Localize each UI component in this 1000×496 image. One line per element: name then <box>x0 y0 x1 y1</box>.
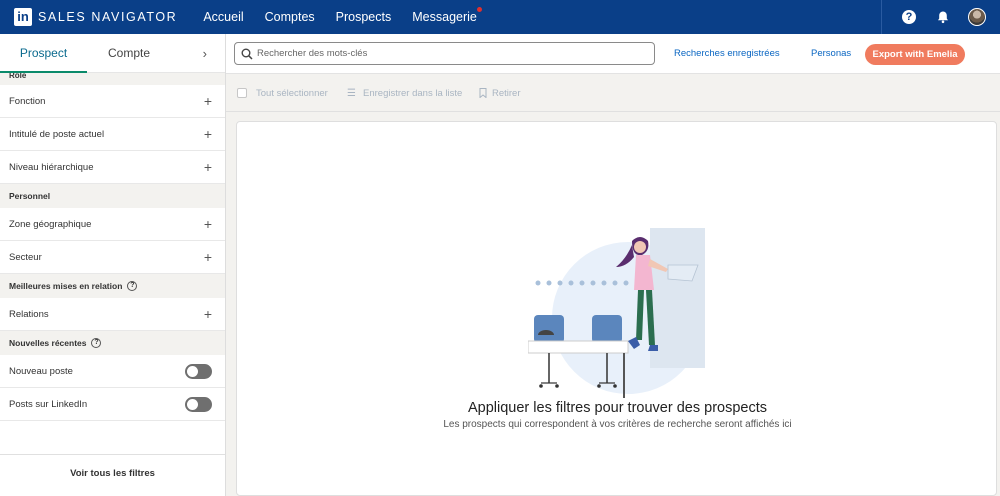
plus-icon[interactable]: + <box>204 306 212 322</box>
filter-intitule-poste[interactable]: Intitulé de poste actuel + <box>0 118 225 151</box>
plus-icon[interactable]: + <box>204 126 212 142</box>
toggle-knob <box>187 398 198 410</box>
filter-label: Zone géographique <box>9 218 92 230</box>
search-input[interactable]: Rechercher des mots-clés <box>234 42 655 65</box>
nav-messagerie-label: Messagerie <box>412 10 477 24</box>
filter-label: Fonction <box>9 95 46 107</box>
search-placeholder: Rechercher des mots-clés <box>257 48 368 59</box>
sales-navigator-logo[interactable]: in SALES NAVIGATOR <box>14 8 177 26</box>
section-personnel-header: Personnel <box>0 184 225 208</box>
linkedin-logo-icon: in <box>14 8 32 26</box>
help-icon[interactable]: ? <box>91 338 102 348</box>
filter-nouveau-poste: Nouveau poste <box>0 355 225 388</box>
section-relations-header: Meilleures mises en relation? <box>0 274 225 298</box>
top-navigation-bar: in SALES NAVIGATOR Accueil Comptes Prosp… <box>0 0 1000 34</box>
remove-button[interactable]: Retirer <box>492 88 521 99</box>
personas-link[interactable]: Personas <box>811 48 851 59</box>
section-label: Meilleures mises en relation <box>9 281 123 291</box>
toggle-switch[interactable] <box>185 363 212 379</box>
help-icon: ? <box>902 10 916 24</box>
bulk-actions-bar: Tout sélectionner ☰ Enregistrer dans la … <box>226 74 1000 112</box>
see-all-filters-button[interactable]: Voir tous les filtres <box>0 454 225 494</box>
section-role-header: Rôle <box>0 73 225 85</box>
search-icon <box>241 48 253 60</box>
avatar <box>968 8 986 26</box>
empty-state-subtitle: Les prospects qui correspondent à vos cr… <box>443 419 792 430</box>
results-panel: Appliquer les filtres pour trouver des p… <box>236 121 997 496</box>
help-icon[interactable]: ? <box>127 281 138 291</box>
divider <box>881 0 882 34</box>
nav-comptes[interactable]: Comptes <box>265 10 315 24</box>
filter-posts-linkedin: Posts sur LinkedIn <box>0 388 225 421</box>
filter-panel: Prospect Compte › Rôle Fonction + Intitul… <box>0 34 226 496</box>
filter-fonction[interactable]: Fonction + <box>0 85 225 118</box>
filter-label: Relations <box>9 308 49 320</box>
profile-button[interactable] <box>966 6 988 28</box>
nav-messagerie[interactable]: Messagerie <box>412 7 482 24</box>
section-label: Nouvelles récentes <box>9 338 87 348</box>
plus-icon[interactable]: + <box>204 159 212 175</box>
notifications-button[interactable] <box>932 6 954 28</box>
tab-prospect[interactable]: Prospect <box>0 34 87 73</box>
section-news-header: Nouvelles récentes? <box>0 331 225 355</box>
tab-compte[interactable]: Compte <box>87 34 171 73</box>
search-bar-row: Rechercher des mots-clés Recherches enre… <box>226 34 1000 74</box>
plus-icon[interactable]: + <box>204 93 212 109</box>
filter-label: Posts sur LinkedIn <box>9 398 88 410</box>
nav-accueil[interactable]: Accueil <box>203 10 243 24</box>
filter-label: Nouveau poste <box>9 365 73 377</box>
export-emelia-button[interactable]: Export with Emelia <box>865 44 965 65</box>
empty-state-title: Appliquer les filtres pour trouver des p… <box>467 400 767 416</box>
toggle-knob <box>187 365 198 377</box>
filter-label: Secteur <box>9 251 42 263</box>
save-to-list-button[interactable]: Enregistrer dans la liste <box>363 88 462 99</box>
saved-searches-link[interactable]: Recherches enregistrées <box>674 48 780 59</box>
filter-label: Niveau hiérarchique <box>9 161 94 173</box>
brand-name: SALES NAVIGATOR <box>38 10 178 24</box>
list-icon: ☰ <box>347 88 356 99</box>
plus-icon[interactable]: + <box>204 249 212 265</box>
bookmark-icon <box>479 88 487 101</box>
filter-secteur[interactable]: Secteur + <box>0 241 225 274</box>
filter-list: Rôle Fonction + Intitulé de poste actuel +… <box>0 73 225 421</box>
main-nav: Accueil Comptes Prospects Messagerie <box>203 7 498 24</box>
bell-icon <box>938 11 948 24</box>
select-all-label[interactable]: Tout sélectionner <box>256 88 328 99</box>
toggle-switch[interactable] <box>185 396 212 412</box>
filter-niveau-hierarchique[interactable]: Niveau hiérarchique + <box>0 151 225 184</box>
nav-prospects[interactable]: Prospects <box>336 10 392 24</box>
filter-relations[interactable]: Relations + <box>0 298 225 331</box>
empty-state-illustration <box>528 228 705 398</box>
help-button[interactable]: ? <box>898 6 920 28</box>
filter-tabs: Prospect Compte › <box>0 34 225 73</box>
unread-dot <box>476 7 482 12</box>
filter-zone-geographique[interactable]: Zone géographique + <box>0 208 225 241</box>
plus-icon[interactable]: + <box>204 216 212 232</box>
select-all-checkbox[interactable] <box>237 88 247 98</box>
filter-label: Intitulé de poste actuel <box>9 128 105 140</box>
chevron-right-icon[interactable]: › <box>203 34 207 73</box>
